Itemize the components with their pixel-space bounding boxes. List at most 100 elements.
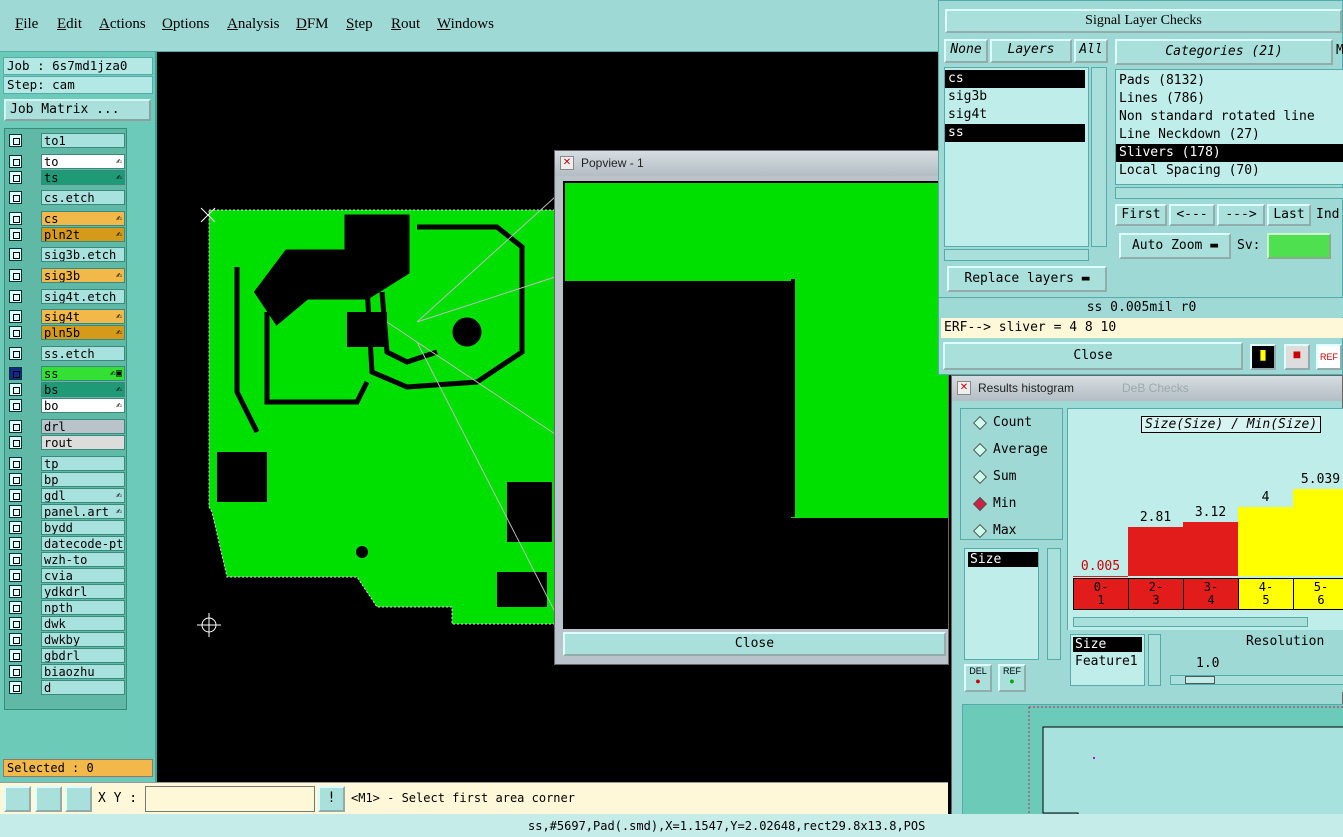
layer-checkbox[interactable]	[9, 504, 22, 518]
radio-count[interactable]: Count	[972, 415, 1032, 430]
menu-actions[interactable]: Actions	[99, 16, 146, 33]
nav-next-button[interactable]: --->	[1217, 204, 1265, 226]
nav-last-button[interactable]: Last	[1267, 204, 1311, 226]
layer-row-cs[interactable]: cs ✍	[7, 210, 125, 226]
popview-titlebar[interactable]: ✕ Popview - 1	[555, 151, 948, 176]
layer-checkbox[interactable]	[9, 584, 22, 598]
layer-checkbox[interactable]	[9, 472, 22, 486]
layer-row-sig4t[interactable]: sig4t ✍	[7, 309, 125, 325]
exit-icon[interactable]: ■	[1284, 344, 1310, 370]
layer-checkbox[interactable]	[9, 436, 22, 449]
layer-row-bo[interactable]: bo ✍	[7, 398, 125, 414]
menu-edit[interactable]: Edit	[57, 16, 82, 33]
layer-row-bp[interactable]: bp	[7, 471, 125, 487]
category-item[interactable]: Line Neckdown (27)	[1116, 126, 1343, 144]
layer-name[interactable]: cvia	[41, 567, 125, 583]
histogram-bar[interactable]	[1293, 488, 1343, 576]
layer-row-to[interactable]: to ✍	[7, 153, 125, 169]
layer-row-ydkdrl[interactable]: ydkdrl	[7, 583, 125, 599]
popview-close-button[interactable]: Close	[563, 632, 946, 656]
layer-checkbox[interactable]	[9, 383, 22, 397]
menu-dfm[interactable]: DFM	[296, 16, 329, 33]
menu-analysis[interactable]: Analysis	[227, 16, 280, 33]
field-list-scrollbar[interactable]	[1148, 634, 1161, 686]
categories-listbox[interactable]: Pads (8132) Lines (786) Non standard rotat…	[1115, 69, 1343, 185]
category-item[interactable]: Non standard rotated line	[1116, 108, 1343, 126]
layer-name[interactable]: drl	[41, 419, 125, 434]
check-layer-item[interactable]: cs	[945, 70, 1085, 88]
layer-name[interactable]: datecode-pt	[41, 535, 125, 551]
auto-zoom-dropdown[interactable]: Auto Zoom ▬	[1119, 233, 1231, 259]
layer-checkbox[interactable]	[9, 227, 22, 241]
layer-checkbox[interactable]	[9, 399, 22, 413]
layer-name[interactable]: gbdrl	[41, 647, 125, 663]
layer-checkbox[interactable]	[9, 456, 22, 470]
ref-delete-icon[interactable]: REF	[1316, 344, 1342, 370]
layer-name[interactable]: biaozhu	[41, 663, 125, 679]
resolution-slider-handle[interactable]	[1185, 676, 1215, 684]
check-layer-item[interactable]: ss	[945, 124, 1085, 142]
size-list-item[interactable]: Size	[968, 552, 1038, 567]
layer-checkbox[interactable]	[9, 488, 22, 502]
radio-sum[interactable]: Sum	[972, 469, 1016, 484]
layer-checkbox[interactable]	[9, 289, 22, 303]
layer-row-ss[interactable]: ss ✍▣	[7, 366, 125, 382]
layer-checkbox[interactable]	[9, 536, 22, 550]
layer-checkbox[interactable]	[9, 552, 22, 566]
layer-name[interactable]: bp	[41, 471, 125, 487]
layer-name[interactable]: tp	[41, 455, 125, 471]
layer-row-bydd[interactable]: bydd	[7, 519, 125, 535]
measure-icon[interactable]	[35, 786, 62, 812]
grid-icon[interactable]	[65, 786, 92, 812]
size-list-scrollbar[interactable]	[1047, 548, 1061, 660]
slc-close-button[interactable]: Close	[943, 342, 1243, 370]
layers-all-button[interactable]: All	[1074, 39, 1108, 63]
layer-list-scrollbar[interactable]	[129, 128, 151, 710]
layer-name[interactable]: ydkdrl	[41, 583, 125, 599]
layer-row-tp[interactable]: tp	[7, 455, 125, 471]
layer-row-npth[interactable]: npth	[7, 599, 125, 615]
histogram-titlebar[interactable]: ✕ Results histogram DeB Checks	[952, 376, 1342, 401]
nav-prev-button[interactable]: <---	[1169, 204, 1215, 226]
layer-name[interactable]: dwkby	[41, 631, 125, 647]
layers-none-button[interactable]: None	[944, 39, 988, 63]
layer-row-pln2t[interactable]: pln2t ✍	[7, 226, 125, 242]
layer-row-to1[interactable]: to1	[7, 133, 125, 148]
layer-name[interactable]: to1	[41, 133, 125, 148]
layer-row-dwk[interactable]: dwk	[7, 615, 125, 631]
category-item[interactable]: Lines (786)	[1116, 90, 1343, 108]
layer-row-bs[interactable]: bs ✍	[7, 382, 125, 398]
menu-windows[interactable]: Windows	[437, 16, 494, 33]
layer-row-dwkby[interactable]: dwkby	[7, 631, 125, 647]
layer-name[interactable]: to ✍	[41, 153, 125, 169]
layer-name[interactable]: pln5b ✍	[41, 325, 125, 341]
layer-row-ts[interactable]: ts ✍	[7, 169, 125, 185]
layer-checkbox[interactable]	[9, 191, 22, 205]
layer-name[interactable]: ss ✍▣	[41, 366, 125, 382]
menu-file[interactable]: File	[15, 16, 38, 33]
layer-checkbox[interactable]	[9, 326, 22, 340]
job-matrix-button[interactable]: Job Matrix ...	[4, 99, 151, 121]
layer-name[interactable]: sig3b.etch	[41, 247, 125, 263]
histogram-bar[interactable]	[1183, 522, 1238, 576]
layer-row-cs-etch[interactable]: cs.etch	[7, 190, 125, 206]
layers-hscrollbar[interactable]	[944, 249, 1089, 261]
layer-name[interactable]: dwk	[41, 615, 125, 631]
layer-row-panel-art[interactable]: panel.art ✍	[7, 503, 125, 519]
layer-checkbox[interactable]	[9, 616, 22, 630]
layer-checkbox[interactable]	[9, 420, 22, 433]
layer-row-sig3b[interactable]: sig3b ✍	[7, 268, 125, 283]
del-button[interactable]: DEL ●	[964, 664, 992, 692]
menu-options[interactable]: Options	[162, 16, 210, 33]
radio-min[interactable]: Min	[972, 496, 1016, 511]
layer-checkbox[interactable]	[9, 520, 22, 534]
sv-color-dropdown[interactable]	[1267, 233, 1331, 259]
layers-listbox[interactable]: cs sig3b sig4t ss	[944, 67, 1089, 247]
layer-row-datecode-pt[interactable]: datecode-pt	[7, 535, 125, 551]
layer-name[interactable]: bs ✍	[41, 382, 125, 398]
layer-name[interactable]: wzh-to	[41, 551, 125, 567]
radio-average[interactable]: Average	[972, 442, 1048, 457]
layer-row-cvia[interactable]: cvia	[7, 567, 125, 583]
layer-row-gbdrl[interactable]: gbdrl	[7, 647, 125, 663]
nav-first-button[interactable]: First	[1115, 204, 1167, 226]
